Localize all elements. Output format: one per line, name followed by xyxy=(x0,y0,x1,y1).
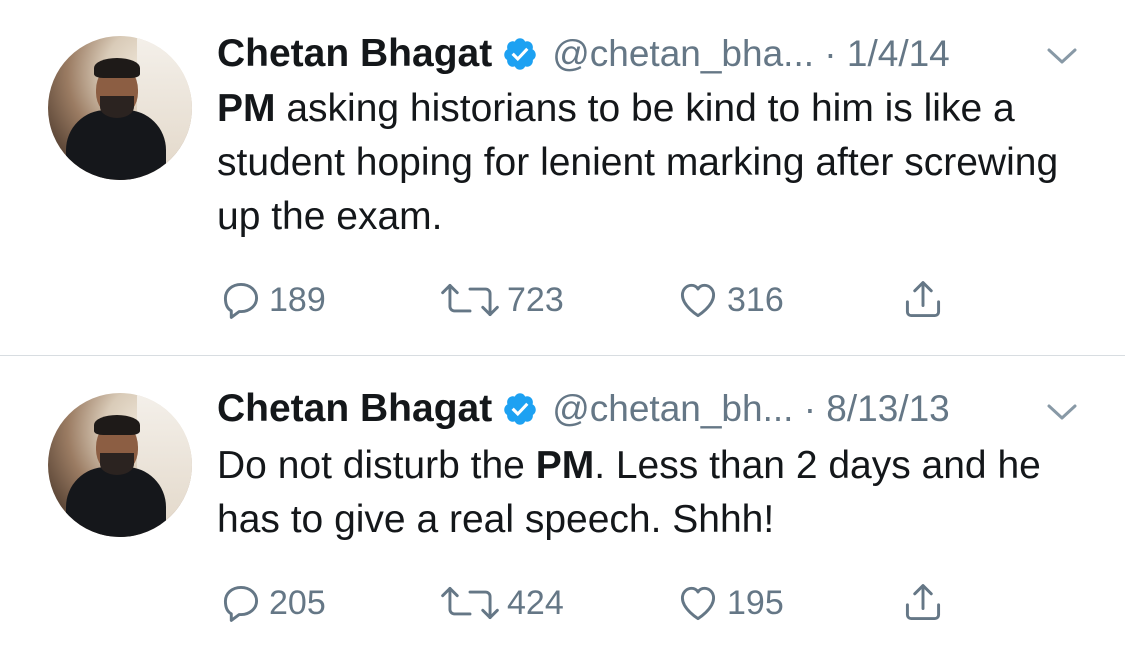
avatar[interactable] xyxy=(48,393,192,537)
retweet-count: 723 xyxy=(507,280,564,319)
verified-badge-icon xyxy=(502,391,538,427)
reply-count: 189 xyxy=(269,280,326,319)
handle-and-date[interactable]: @chetan_bh... · 8/13/13 xyxy=(552,388,950,430)
like-button[interactable]: 195 xyxy=(675,578,784,628)
tweet[interactable]: Chetan Bhagat @chetan_bha... · 1/4/14 PM… xyxy=(0,0,1125,355)
tweet-header: Chetan Bhagat @chetan_bha... · 1/4/14 xyxy=(217,30,950,78)
retweet-count: 424 xyxy=(507,583,564,622)
bold-text: PM xyxy=(217,87,276,130)
chevron-down-icon[interactable] xyxy=(1045,45,1079,67)
retweet-button[interactable]: 723 xyxy=(439,275,564,325)
retweet-button[interactable]: 424 xyxy=(439,578,564,628)
reply-icon xyxy=(219,278,263,322)
retweet-icon xyxy=(439,581,501,625)
reply-button[interactable]: 205 xyxy=(219,578,326,628)
handle-and-date[interactable]: @chetan_bha... · 1/4/14 xyxy=(552,33,950,75)
tweet-text-before: Do not disturb the xyxy=(217,444,536,487)
share-icon xyxy=(901,581,945,625)
reply-count: 205 xyxy=(269,583,326,622)
author-name[interactable]: Chetan Bhagat xyxy=(217,387,492,431)
reply-icon xyxy=(219,581,263,625)
bold-text: PM xyxy=(535,444,595,487)
action-bar: 205 424 195 xyxy=(217,578,977,628)
reply-button[interactable]: 189 xyxy=(219,275,326,325)
like-count: 195 xyxy=(727,583,784,622)
like-icon xyxy=(675,278,721,322)
retweet-icon xyxy=(439,278,501,322)
author-name[interactable]: Chetan Bhagat xyxy=(217,32,492,76)
verified-badge-icon xyxy=(502,36,538,72)
like-icon xyxy=(675,581,721,625)
tweet-header: Chetan Bhagat @chetan_bh... · 8/13/13 xyxy=(217,385,950,433)
like-button[interactable]: 316 xyxy=(675,275,784,325)
tweet[interactable]: Chetan Bhagat @chetan_bh... · 8/13/13 Do… xyxy=(0,356,1125,661)
action-bar: 189 723 316 xyxy=(217,275,977,325)
chevron-down-icon[interactable] xyxy=(1045,401,1079,423)
avatar[interactable] xyxy=(48,36,192,180)
tweet-text-rest: asking historians to be kind to him is l… xyxy=(217,87,1059,238)
share-button[interactable] xyxy=(901,275,945,325)
tweet-text: Do not disturb the PM. Less than 2 days … xyxy=(217,439,1097,547)
share-button[interactable] xyxy=(901,578,945,628)
like-count: 316 xyxy=(727,280,784,319)
share-icon xyxy=(901,278,945,322)
tweet-text: PM asking historians to be kind to him i… xyxy=(217,82,1097,244)
